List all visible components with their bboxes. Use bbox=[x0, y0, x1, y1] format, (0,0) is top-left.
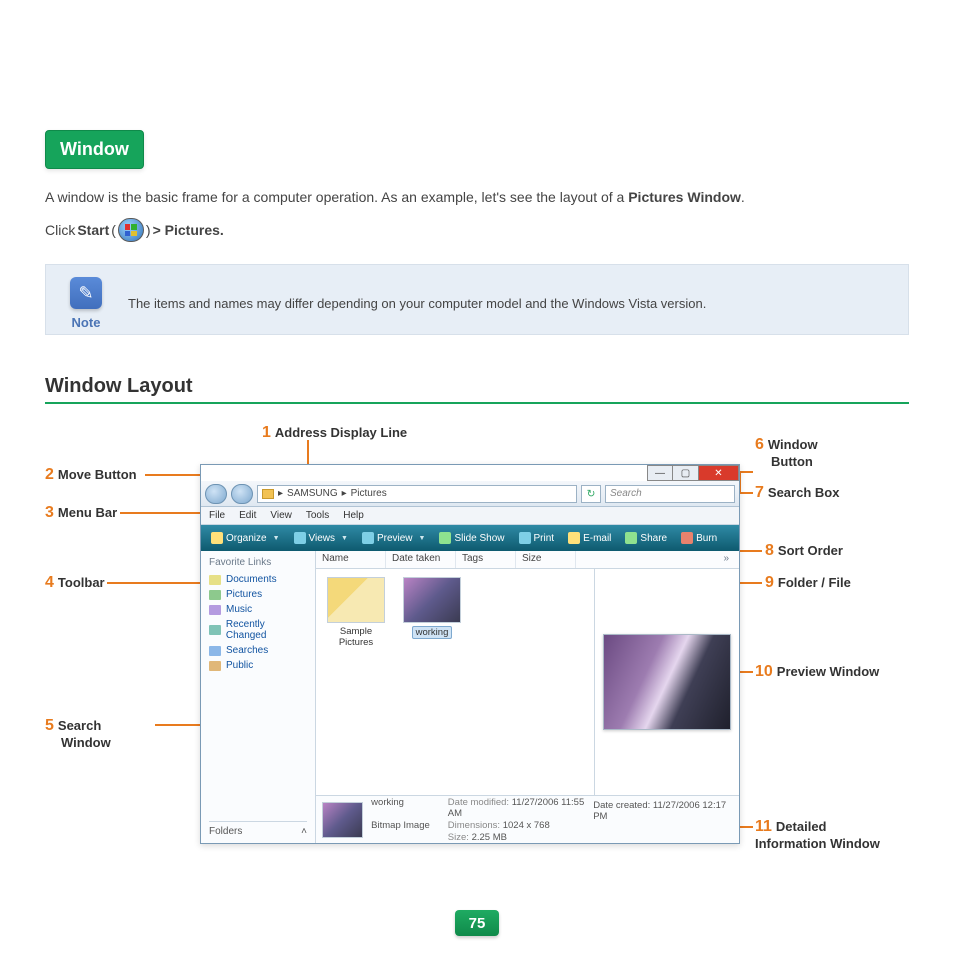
details-size: 2.25 MB bbox=[472, 832, 507, 843]
intro-text-before: A window is the basic frame for a comput… bbox=[45, 189, 628, 205]
menu-file[interactable]: File bbox=[209, 510, 225, 521]
item-label: working bbox=[412, 626, 453, 639]
item-label: Sample Pictures bbox=[324, 626, 388, 648]
tb-burn[interactable]: Burn bbox=[677, 530, 721, 546]
menu-edit[interactable]: Edit bbox=[239, 510, 256, 521]
callout-6: 6WindowButton bbox=[755, 436, 818, 469]
col-name[interactable]: Name bbox=[316, 551, 386, 568]
file-area: Sample Pictures working bbox=[316, 569, 594, 795]
details-type: Bitmap Image bbox=[371, 820, 430, 831]
menu-view[interactable]: View bbox=[270, 510, 292, 521]
click-start: Start bbox=[77, 222, 109, 238]
details-size-label: Size: bbox=[448, 832, 469, 843]
click-instruction: Click Start() > Pictures. bbox=[45, 218, 909, 242]
maximize-button[interactable]: ▢ bbox=[673, 465, 699, 481]
breadcrumb-seg2[interactable]: Pictures bbox=[351, 488, 387, 499]
sidebar-item-music[interactable]: Music bbox=[209, 604, 307, 615]
image-thumb-icon bbox=[403, 577, 461, 623]
sidebar-item-documents[interactable]: Documents bbox=[209, 574, 307, 585]
intro-bold: Pictures Window bbox=[628, 189, 741, 205]
tb-slideshow[interactable]: Slide Show bbox=[435, 530, 508, 546]
refresh-button[interactable]: ↻ bbox=[581, 485, 601, 503]
nav-forward-button[interactable] bbox=[231, 484, 253, 504]
callout-11: 11DetailedInformation Window bbox=[755, 818, 880, 851]
favorite-links-pane: Favorite Links Documents Pictures Music … bbox=[201, 551, 316, 843]
nav-back-button[interactable] bbox=[205, 484, 227, 504]
col-size[interactable]: Size bbox=[516, 551, 576, 568]
layout-diagram: 1Address Display Line 2Move Button 3Menu… bbox=[45, 424, 909, 884]
folder-thumb-icon bbox=[327, 577, 385, 623]
sidebar-header: Favorite Links bbox=[209, 557, 307, 568]
tb-preview[interactable]: Preview bbox=[358, 530, 430, 546]
page-number: 75 bbox=[455, 910, 499, 936]
window-layout-heading: Window Layout bbox=[45, 375, 909, 404]
breadcrumb-seg1[interactable]: SAMSUNG bbox=[287, 488, 338, 499]
callout-1: 1Address Display Line bbox=[262, 424, 407, 442]
details-dim-label: Dimensions: bbox=[448, 820, 500, 831]
explorer-window: — ▢ ✕ ▸ SAMSUNG ▸ Pictures ↻ Search File bbox=[200, 464, 740, 844]
click-prefix: Click bbox=[45, 222, 75, 238]
details-dim: 1024 x 768 bbox=[503, 820, 550, 831]
details-thumb-icon bbox=[322, 802, 363, 838]
tb-share[interactable]: Share bbox=[621, 530, 671, 546]
click-suffix: > Pictures. bbox=[153, 222, 224, 238]
callout-7: 7Search Box bbox=[755, 484, 839, 502]
callout-9: 9Folder / File bbox=[765, 574, 851, 592]
item-working[interactable]: working bbox=[400, 577, 464, 639]
tb-print[interactable]: Print bbox=[515, 530, 559, 546]
column-headers: Name Date taken Tags Size » bbox=[316, 551, 739, 569]
item-sample-pictures[interactable]: Sample Pictures bbox=[324, 577, 388, 648]
details-created-label: Date created: bbox=[593, 800, 650, 811]
folders-header[interactable]: Folders˄ bbox=[209, 821, 307, 837]
callout-3: 3Menu Bar bbox=[45, 504, 117, 522]
minimize-button[interactable]: — bbox=[647, 465, 673, 481]
window-buttons: — ▢ ✕ bbox=[647, 465, 739, 481]
col-datetaken[interactable]: Date taken bbox=[386, 551, 456, 568]
tb-organize[interactable]: Organize bbox=[207, 530, 284, 546]
note-pencil-icon: ✎ bbox=[70, 277, 102, 309]
tb-email[interactable]: E-mail bbox=[564, 530, 615, 546]
sidebar-item-public[interactable]: Public bbox=[209, 660, 307, 671]
note-label: Note bbox=[72, 315, 101, 330]
paren-open: ( bbox=[111, 222, 116, 238]
paren-close: ) bbox=[146, 222, 151, 238]
sidebar-item-recently-changed[interactable]: Recently Changed bbox=[209, 619, 307, 641]
start-orb-icon bbox=[118, 218, 144, 242]
intro-paragraph: A window is the basic frame for a comput… bbox=[45, 187, 909, 208]
details-name: working bbox=[371, 797, 404, 808]
callout-5: 5SearchWindow bbox=[45, 717, 111, 750]
details-pane: working Date modified: 11/27/2006 11:55 … bbox=[316, 795, 739, 843]
folder-icon bbox=[262, 489, 274, 499]
note-text: The items and names may differ depending… bbox=[128, 296, 706, 311]
callout-8: 8Sort Order bbox=[765, 542, 843, 560]
note-box: ✎ Note The items and names may differ de… bbox=[45, 264, 909, 335]
breadcrumb-sep: ▸ bbox=[342, 488, 347, 499]
preview-image bbox=[603, 634, 731, 730]
breadcrumb-sep: ▸ bbox=[278, 488, 283, 499]
close-button[interactable]: ✕ bbox=[699, 465, 739, 481]
menu-tools[interactable]: Tools bbox=[306, 510, 329, 521]
callout-2: 2Move Button bbox=[45, 466, 137, 484]
callout-4: 4Toolbar bbox=[45, 574, 105, 592]
menu-bar: File Edit View Tools Help bbox=[201, 507, 739, 525]
intro-text-after: . bbox=[741, 189, 745, 205]
callout-10: 10Preview Window bbox=[755, 663, 879, 681]
section-badge: Window bbox=[45, 130, 144, 169]
sidebar-item-pictures[interactable]: Pictures bbox=[209, 589, 307, 600]
tb-views[interactable]: Views bbox=[290, 530, 352, 546]
preview-pane bbox=[594, 569, 739, 795]
col-more[interactable]: » bbox=[717, 551, 739, 568]
breadcrumb[interactable]: ▸ SAMSUNG ▸ Pictures bbox=[257, 485, 577, 503]
sidebar-item-searches[interactable]: Searches bbox=[209, 645, 307, 656]
menu-help[interactable]: Help bbox=[343, 510, 364, 521]
col-tags[interactable]: Tags bbox=[456, 551, 516, 568]
search-input[interactable]: Search bbox=[605, 485, 735, 503]
address-bar: ▸ SAMSUNG ▸ Pictures ↻ Search bbox=[201, 481, 739, 507]
details-modified-label: Date modified: bbox=[448, 797, 509, 808]
toolbar: Organize Views Preview Slide Show Print … bbox=[201, 525, 739, 551]
